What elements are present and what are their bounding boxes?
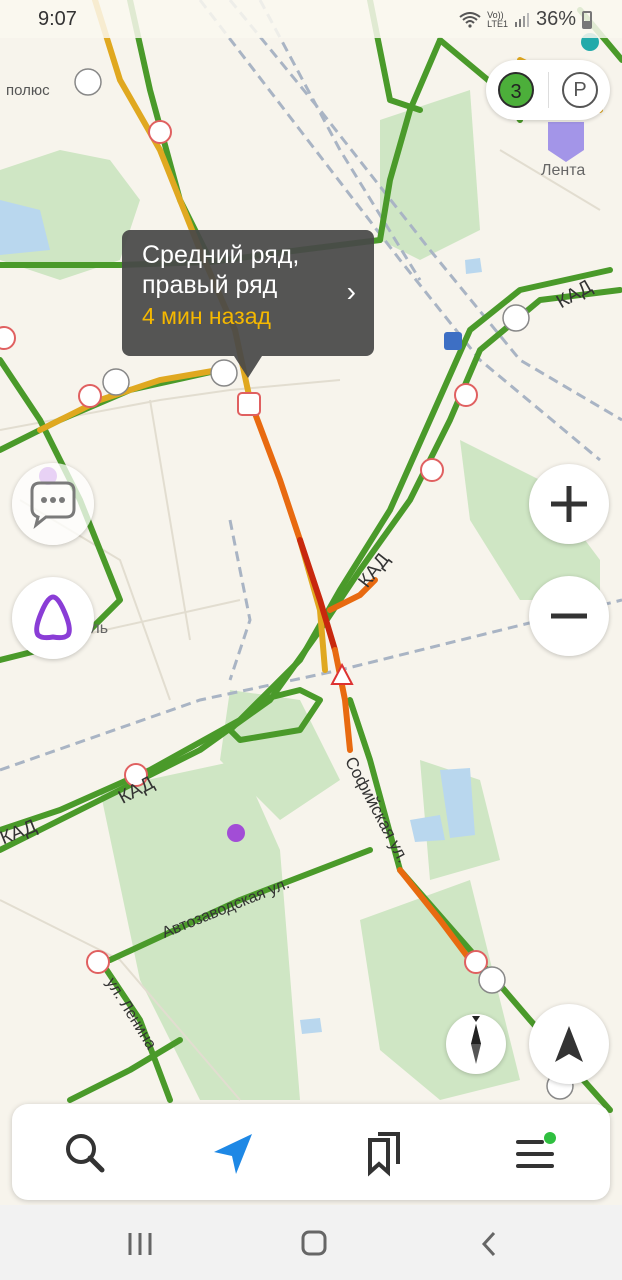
chat-bubble-icon bbox=[30, 481, 76, 529]
status-time: 9:07 bbox=[38, 8, 77, 30]
search-button[interactable] bbox=[56, 1124, 112, 1180]
back-button[interactable] bbox=[468, 1227, 508, 1261]
home-icon bbox=[301, 1230, 327, 1256]
signal-icon bbox=[514, 12, 529, 27]
status-indicators: Vo)) LTE1 36% bbox=[459, 8, 592, 31]
recent-apps-icon bbox=[128, 1233, 152, 1255]
recent-apps-button[interactable] bbox=[120, 1227, 160, 1261]
poi-label-polus: полюс bbox=[6, 82, 50, 99]
popup-time-ago: 4 мин назад bbox=[142, 303, 271, 329]
popup-line-1: Средний ряд, bbox=[142, 241, 300, 269]
menu-button[interactable] bbox=[508, 1124, 564, 1180]
compass-button[interactable] bbox=[446, 1014, 506, 1074]
chevron-right-icon[interactable]: › bbox=[347, 276, 356, 308]
zoom-in-button[interactable] bbox=[529, 464, 609, 544]
traffic-event-popup[interactable]: Средний ряд, правый ряд 4 мин назад › bbox=[122, 230, 374, 378]
bottom-toolbar bbox=[12, 1104, 610, 1200]
status-bar: 9:07 Vo)) LTE1 36% bbox=[0, 0, 622, 38]
traffic-score-button[interactable]: 3 bbox=[498, 72, 534, 108]
back-icon bbox=[481, 1231, 496, 1257]
battery-percent: 36% bbox=[535, 8, 576, 30]
divider bbox=[548, 72, 549, 108]
navigation-arrow-icon bbox=[555, 1026, 583, 1062]
poi-label-lenta: Лента bbox=[541, 162, 586, 179]
bus-stop-icon bbox=[444, 332, 462, 350]
search-icon bbox=[66, 1134, 105, 1173]
battery-icon bbox=[582, 10, 592, 29]
parking-icon[interactable]: P bbox=[562, 72, 598, 108]
popup-line-2: правый ряд bbox=[142, 271, 278, 299]
alice-button[interactable] bbox=[12, 577, 94, 659]
compass-icon bbox=[471, 1016, 481, 1064]
alice-assistant-icon bbox=[34, 594, 72, 641]
network-type: Vo)) LTE1 bbox=[487, 9, 508, 29]
wifi-icon bbox=[459, 11, 481, 28]
navigation-icon bbox=[214, 1134, 252, 1174]
bookmarks-icon bbox=[368, 1132, 400, 1177]
minus-icon bbox=[551, 613, 587, 619]
chat-button[interactable] bbox=[12, 463, 94, 545]
plus-icon bbox=[551, 486, 587, 522]
traffic-parking-controls: 3 P bbox=[486, 60, 610, 120]
bookmarks-button[interactable] bbox=[356, 1124, 412, 1180]
home-button[interactable] bbox=[294, 1227, 334, 1261]
locate-button[interactable] bbox=[529, 1004, 609, 1084]
zoom-out-button[interactable] bbox=[529, 576, 609, 656]
route-button[interactable] bbox=[206, 1124, 262, 1180]
menu-icon bbox=[516, 1132, 556, 1168]
android-nav-bar bbox=[0, 1205, 622, 1280]
